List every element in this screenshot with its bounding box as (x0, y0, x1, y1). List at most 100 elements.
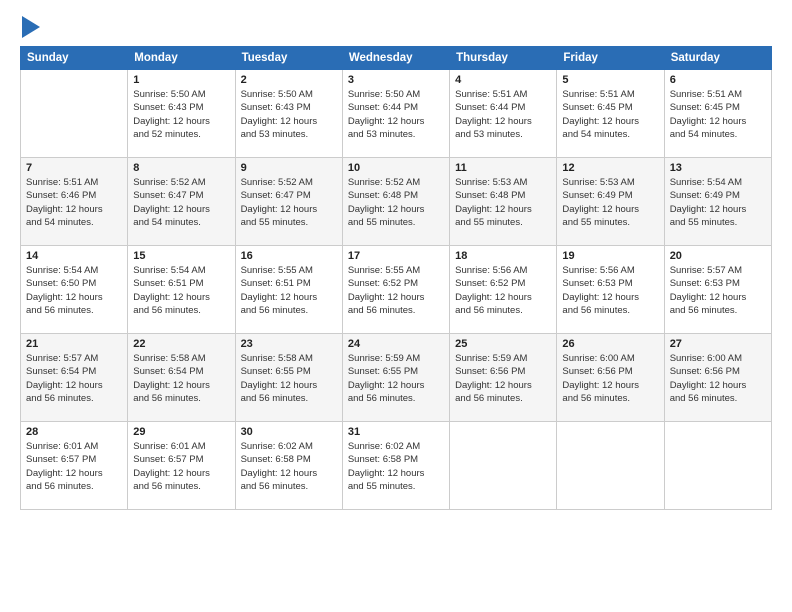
calendar-week-row: 14 Sunrise: 5:54 AM Sunset: 6:50 PM Dayli… (21, 246, 772, 334)
calendar-week-row: 21Sunrise: 5:57 AM Sunset: 6:54 PM Dayli… (21, 334, 772, 422)
logo (20, 18, 40, 38)
calendar-day-cell: 20 Sunrise: 5:57 AM Sunset: 6:53 PM Dayli… (664, 246, 771, 334)
day-info: Sunrise: 5:58 AM Sunset: 6:54 PM Dayligh… (133, 352, 229, 405)
calendar-day-cell: 4Sunrise: 5:51 AM Sunset: 6:44 PM Daylig… (450, 70, 557, 158)
day-number: 13 (670, 162, 766, 174)
weekday-header: Thursday (450, 47, 557, 70)
page: SundayMondayTuesdayWednesdayThursdayFrid… (0, 0, 792, 612)
day-number: 31 (348, 426, 444, 438)
day-number: 7 (26, 162, 122, 174)
day-number: 8 (133, 162, 229, 174)
day-number: 24 (348, 338, 444, 350)
day-number: 16 (241, 250, 337, 262)
day-number: 17 (348, 250, 444, 262)
day-info: Sunrise: 6:01 AM Sunset: 6:57 PM Dayligh… (133, 440, 229, 493)
weekday-row: SundayMondayTuesdayWednesdayThursdayFrid… (21, 47, 772, 70)
day-info: Sunrise: 5:54 AM Sunset: 6:51 PM Dayligh… (133, 264, 229, 317)
day-number: 10 (348, 162, 444, 174)
day-info: Sunrise: 5:56 AM Sunset: 6:53 PM Dayligh… (562, 264, 658, 317)
calendar-day-cell: 8Sunrise: 5:52 AM Sunset: 6:47 PM Daylig… (128, 158, 235, 246)
day-info: Sunrise: 5:57 AM Sunset: 6:53 PM Dayligh… (670, 264, 766, 317)
day-number: 20 (670, 250, 766, 262)
calendar-day-cell (450, 422, 557, 510)
day-number: 23 (241, 338, 337, 350)
day-number: 25 (455, 338, 551, 350)
calendar-day-cell: 26Sunrise: 6:00 AM Sunset: 6:56 PM Dayli… (557, 334, 664, 422)
calendar-day-cell (557, 422, 664, 510)
day-info: Sunrise: 5:54 AM Sunset: 6:49 PM Dayligh… (670, 176, 766, 229)
day-number: 28 (26, 426, 122, 438)
calendar-day-cell: 31 Sunrise: 6:02 AM Sunset: 6:58 PM Dayli… (342, 422, 449, 510)
day-info: Sunrise: 5:51 AM Sunset: 6:46 PM Dayligh… (26, 176, 122, 229)
calendar-week-row: 28 Sunrise: 6:01 AM Sunset: 6:57 PM Dayli… (21, 422, 772, 510)
calendar-day-cell: 27 Sunrise: 6:00 AM Sunset: 6:56 PM Dayli… (664, 334, 771, 422)
day-info: Sunrise: 5:50 AM Sunset: 6:43 PM Dayligh… (241, 88, 337, 141)
day-info: Sunrise: 5:51 AM Sunset: 6:45 PM Dayligh… (562, 88, 658, 141)
header (20, 18, 772, 38)
day-number: 6 (670, 74, 766, 86)
weekday-header: Monday (128, 47, 235, 70)
day-info: Sunrise: 5:55 AM Sunset: 6:51 PM Dayligh… (241, 264, 337, 317)
day-info: Sunrise: 5:55 AM Sunset: 6:52 PM Dayligh… (348, 264, 444, 317)
calendar-day-cell: 21Sunrise: 5:57 AM Sunset: 6:54 PM Dayli… (21, 334, 128, 422)
day-number: 3 (348, 74, 444, 86)
day-number: 5 (562, 74, 658, 86)
calendar-day-cell: 12 Sunrise: 5:53 AM Sunset: 6:49 PM Dayli… (557, 158, 664, 246)
calendar-header: SundayMondayTuesdayWednesdayThursdayFrid… (21, 47, 772, 70)
calendar-day-cell: 22 Sunrise: 5:58 AM Sunset: 6:54 PM Dayli… (128, 334, 235, 422)
calendar-day-cell: 23 Sunrise: 5:58 AM Sunset: 6:55 PM Dayli… (235, 334, 342, 422)
calendar-body: 1 Sunrise: 5:50 AM Sunset: 6:43 PM Daylig… (21, 70, 772, 510)
calendar-table: SundayMondayTuesdayWednesdayThursdayFrid… (20, 46, 772, 510)
calendar-day-cell: 14 Sunrise: 5:54 AM Sunset: 6:50 PM Dayli… (21, 246, 128, 334)
day-number: 19 (562, 250, 658, 262)
day-info: Sunrise: 5:50 AM Sunset: 6:44 PM Dayligh… (348, 88, 444, 141)
calendar-day-cell: 3 Sunrise: 5:50 AM Sunset: 6:44 PM Daylig… (342, 70, 449, 158)
day-info: Sunrise: 5:59 AM Sunset: 6:56 PM Dayligh… (455, 352, 551, 405)
calendar-day-cell: 9 Sunrise: 5:52 AM Sunset: 6:47 PM Daylig… (235, 158, 342, 246)
day-info: Sunrise: 5:51 AM Sunset: 6:45 PM Dayligh… (670, 88, 766, 141)
day-number: 9 (241, 162, 337, 174)
day-info: Sunrise: 5:50 AM Sunset: 6:43 PM Dayligh… (133, 88, 229, 141)
calendar-day-cell: 30Sunrise: 6:02 AM Sunset: 6:58 PM Dayli… (235, 422, 342, 510)
day-info: Sunrise: 6:02 AM Sunset: 6:58 PM Dayligh… (348, 440, 444, 493)
calendar-day-cell: 24 Sunrise: 5:59 AM Sunset: 6:55 PM Dayli… (342, 334, 449, 422)
weekday-header: Saturday (664, 47, 771, 70)
day-info: Sunrise: 5:53 AM Sunset: 6:49 PM Dayligh… (562, 176, 658, 229)
day-info: Sunrise: 6:00 AM Sunset: 6:56 PM Dayligh… (670, 352, 766, 405)
calendar-day-cell: 17 Sunrise: 5:55 AM Sunset: 6:52 PM Dayli… (342, 246, 449, 334)
day-number: 14 (26, 250, 122, 262)
day-number: 21 (26, 338, 122, 350)
calendar-week-row: 7 Sunrise: 5:51 AM Sunset: 6:46 PM Daylig… (21, 158, 772, 246)
calendar-day-cell (664, 422, 771, 510)
calendar-day-cell: 19 Sunrise: 5:56 AM Sunset: 6:53 PM Dayli… (557, 246, 664, 334)
day-number: 22 (133, 338, 229, 350)
day-number: 27 (670, 338, 766, 350)
calendar-day-cell: 5 Sunrise: 5:51 AM Sunset: 6:45 PM Daylig… (557, 70, 664, 158)
day-number: 30 (241, 426, 337, 438)
calendar-day-cell: 18Sunrise: 5:56 AM Sunset: 6:52 PM Dayli… (450, 246, 557, 334)
logo-arrow-icon (22, 16, 40, 38)
day-info: Sunrise: 5:52 AM Sunset: 6:47 PM Dayligh… (241, 176, 337, 229)
day-number: 4 (455, 74, 551, 86)
day-info: Sunrise: 5:59 AM Sunset: 6:55 PM Dayligh… (348, 352, 444, 405)
calendar-day-cell: 6 Sunrise: 5:51 AM Sunset: 6:45 PM Daylig… (664, 70, 771, 158)
calendar-day-cell: 25 Sunrise: 5:59 AM Sunset: 6:56 PM Dayli… (450, 334, 557, 422)
day-number: 15 (133, 250, 229, 262)
day-number: 2 (241, 74, 337, 86)
calendar-day-cell: 16 Sunrise: 5:55 AM Sunset: 6:51 PM Dayli… (235, 246, 342, 334)
calendar-day-cell: 15 Sunrise: 5:54 AM Sunset: 6:51 PM Dayli… (128, 246, 235, 334)
calendar-day-cell (21, 70, 128, 158)
day-info: Sunrise: 5:54 AM Sunset: 6:50 PM Dayligh… (26, 264, 122, 317)
day-number: 26 (562, 338, 658, 350)
calendar-day-cell: 1 Sunrise: 5:50 AM Sunset: 6:43 PM Daylig… (128, 70, 235, 158)
calendar-week-row: 1 Sunrise: 5:50 AM Sunset: 6:43 PM Daylig… (21, 70, 772, 158)
day-number: 1 (133, 74, 229, 86)
day-info: Sunrise: 5:53 AM Sunset: 6:48 PM Dayligh… (455, 176, 551, 229)
calendar-day-cell: 7 Sunrise: 5:51 AM Sunset: 6:46 PM Daylig… (21, 158, 128, 246)
calendar-day-cell: 11 Sunrise: 5:53 AM Sunset: 6:48 PM Dayli… (450, 158, 557, 246)
day-number: 11 (455, 162, 551, 174)
day-info: Sunrise: 6:01 AM Sunset: 6:57 PM Dayligh… (26, 440, 122, 493)
day-info: Sunrise: 5:58 AM Sunset: 6:55 PM Dayligh… (241, 352, 337, 405)
day-number: 12 (562, 162, 658, 174)
weekday-header: Friday (557, 47, 664, 70)
